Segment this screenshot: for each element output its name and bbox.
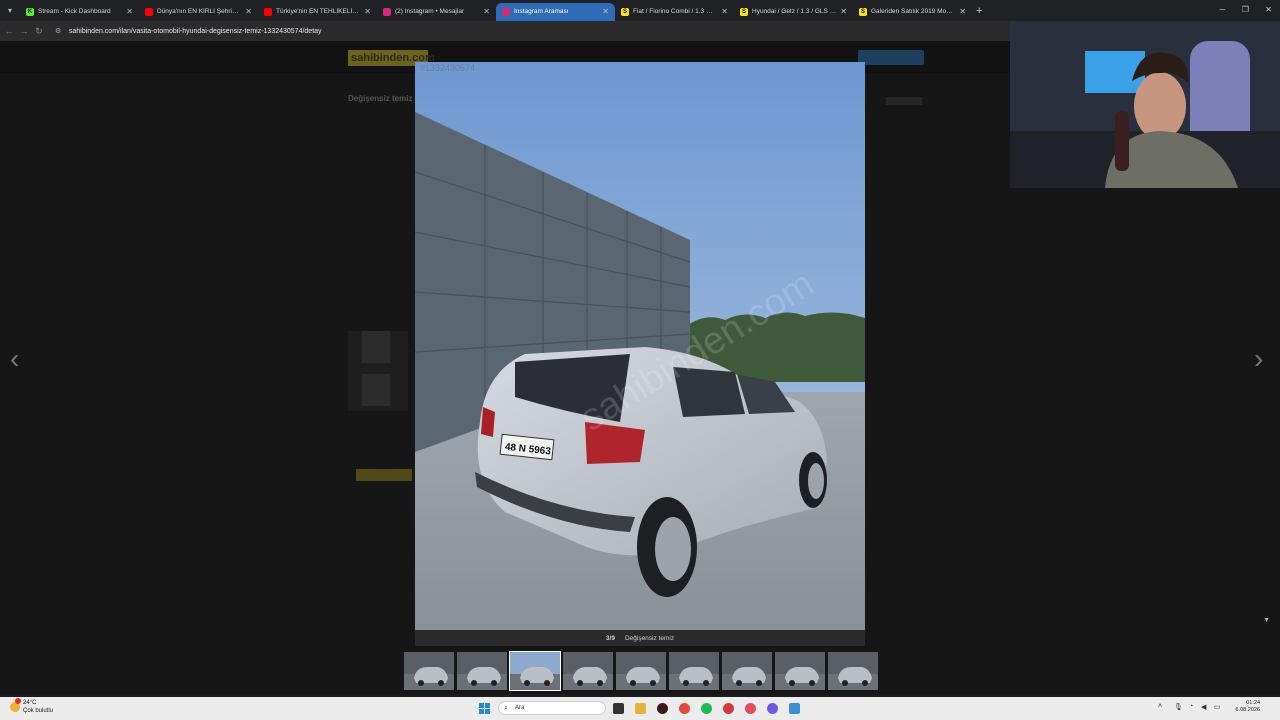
forward-icon[interactable]: → <box>18 26 30 36</box>
task-view-icon[interactable] <box>613 703 624 714</box>
url-text: sahibinden.com/ilan/vasita-otomobil-hyun… <box>69 27 322 35</box>
app-icon-3[interactable] <box>745 703 756 714</box>
new-tab-button[interactable]: + <box>976 5 982 17</box>
spotify-icon[interactable] <box>701 703 712 714</box>
browser-tab[interactable]: K Stream - Kick Dashboard ✕ <box>20 3 139 21</box>
next-photo-arrow-icon[interactable]: › <box>1254 345 1263 373</box>
close-tab-icon[interactable]: ✕ <box>840 7 847 16</box>
close-tab-icon[interactable]: ✕ <box>483 7 490 16</box>
app-icon-1[interactable] <box>657 703 668 714</box>
close-window-icon[interactable]: ✕ <box>1257 0 1280 20</box>
tab-favicon-icon <box>264 7 272 16</box>
close-tab-icon[interactable]: ✕ <box>602 7 609 16</box>
photo-listing-id: #1332430574 <box>420 63 476 73</box>
volume-icon[interactable]: ◀ <box>1201 703 1206 711</box>
clock-time: 01:24 <box>1246 700 1260 706</box>
taskbar-search-box[interactable]: ⌕ Ara <box>498 701 606 715</box>
browser-tab[interactable]: Türkiye'nin EN TEHLİKELİ Roma ✕ <box>258 3 377 21</box>
back-icon[interactable]: ← <box>3 26 15 36</box>
close-tab-icon[interactable]: ✕ <box>959 7 966 16</box>
tab-title: Türkiye'nin EN TEHLİKELİ Roma <box>276 8 360 15</box>
chrome-icon[interactable] <box>679 703 690 714</box>
reload-icon[interactable]: ↻ <box>33 26 45 37</box>
tab-title: Fiat / Fiorino Combi / 1.3 Multi <box>633 8 718 15</box>
photo-counter: 3/9 <box>605 634 615 642</box>
photo-thumbnail[interactable] <box>722 652 772 690</box>
browser-tab-bar: ▾ K Stream - Kick Dashboard ✕ Dünya'nın EN … <box>0 0 1280 21</box>
close-tab-icon[interactable]: ✕ <box>364 7 371 16</box>
minimize-icon[interactable]: ─ <box>1211 0 1234 20</box>
listing-thumb-1 <box>362 331 390 363</box>
app-icon-2[interactable] <box>723 703 734 714</box>
tab-favicon-icon: S <box>859 7 867 16</box>
photo-thumbnail[interactable] <box>616 652 666 690</box>
browser-tab[interactable]: S Galeriden Satılık 2019 Model F ✕ <box>853 3 972 21</box>
tab-favicon-icon: K <box>26 7 34 16</box>
tab-title: Dünya'nın EN KİRLİ Şehrine Gir <box>157 8 242 15</box>
weather-widget[interactable]: 24°C Çok bulutlu <box>10 698 54 715</box>
browser-tab[interactable]: S Fiat / Fiorino Combi / 1.3 Multi ✕ <box>615 3 734 21</box>
weather-condition: Çok bulutlu <box>23 708 54 714</box>
webcam-overlay <box>1010 21 1280 188</box>
tab-favicon-icon <box>502 7 510 16</box>
tab-favicon-icon <box>145 7 153 16</box>
photo-caption: Değişensiz temiz <box>624 634 675 642</box>
previous-photo-arrow-icon[interactable]: ‹ <box>10 345 19 373</box>
thumbnail-strip <box>404 651 878 691</box>
tab-search-menu[interactable]: ▾ <box>0 0 20 21</box>
header-action-button[interactable] <box>858 50 924 65</box>
clock-date: 6.08.2026 <box>1235 707 1260 713</box>
tab-favicon-icon: S <box>621 7 629 16</box>
weather-temperature: 24°C <box>23 700 37 706</box>
close-tab-icon[interactable]: ✕ <box>721 7 728 16</box>
close-tab-icon[interactable]: ✕ <box>126 7 133 16</box>
browser-tab[interactable]: Instagram Araması ✕ <box>496 2 615 21</box>
tab-favicon-icon: S <box>740 7 748 16</box>
start-menu-icon[interactable] <box>479 703 490 714</box>
notification-badge <box>15 698 21 704</box>
photo-thumbnail[interactable] <box>775 652 825 690</box>
tab-title: Instagram Araması <box>514 8 569 15</box>
photo-thumbnail[interactable] <box>828 652 878 690</box>
url-field[interactable]: ⚙ sahibinden.com/ilan/vasita-otomobil-hy… <box>55 27 322 36</box>
browser-tab[interactable]: (2) Instagram • Mesajlar ✕ <box>377 3 496 21</box>
system-clock[interactable]: 01:24 6.08.2026 <box>1236 700 1260 714</box>
lightbox-main-photo[interactable]: 48 N 5963 sahibinden.com <box>415 62 865 630</box>
listing-thumb-2 <box>362 374 390 406</box>
tray-overflow-icon[interactable]: ˄ <box>1158 703 1162 710</box>
battery-icon[interactable]: ▭ <box>1214 703 1221 711</box>
photo-thumbnail[interactable] <box>457 652 507 690</box>
tab-title: Galeriden Satılık 2019 Model F <box>871 8 956 15</box>
listing-highlight-tag <box>356 469 412 481</box>
car-photo: 48 N 5963 sahibinden.com <box>415 62 865 630</box>
listing-share-icons <box>886 97 922 105</box>
microphone-icon[interactable]: 🎙 <box>1174 703 1183 711</box>
listing-title: Değişensiz temiz <box>348 94 413 103</box>
wifi-icon[interactable]: ◔ <box>1189 703 1193 710</box>
discord-icon[interactable] <box>767 703 778 714</box>
webcam-feed <box>1010 21 1280 188</box>
photo-thumbnail[interactable] <box>509 651 561 691</box>
photo-thumbnail[interactable] <box>563 652 613 690</box>
maximize-icon[interactable]: ❐ <box>1234 0 1257 20</box>
search-placeholder: Ara <box>515 705 525 711</box>
file-explorer-icon[interactable] <box>635 703 646 714</box>
scroll-down-icon[interactable]: ▼ <box>1263 617 1270 624</box>
tab-favicon-icon <box>383 7 391 16</box>
address-bar: ← → ↻ ⚙ sahibinden.com/ilan/vasita-otomo… <box>0 21 1010 41</box>
window-controls: ─ ❐ ✕ <box>1211 0 1280 20</box>
browser-tab[interactable]: S Hyundai / Getz / 1.3 / GLS / Dr ✕ <box>734 3 853 21</box>
tab-strip: K Stream - Kick Dashboard ✕ Dünya'nın EN Kİ… <box>20 1 972 21</box>
photo-thumbnail[interactable] <box>404 652 454 690</box>
photo-caption-bar: 3/9 Değişensiz temiz <box>415 630 865 646</box>
app-icon-4[interactable] <box>789 703 800 714</box>
site-info-icon[interactable]: ⚙ <box>55 27 63 35</box>
tab-title: Stream - Kick Dashboard <box>38 8 111 15</box>
close-tab-icon[interactable]: ✕ <box>245 7 252 16</box>
tab-title: (2) Instagram • Mesajlar <box>395 8 465 15</box>
photo-thumbnail[interactable] <box>669 652 719 690</box>
tab-title: Hyundai / Getz / 1.3 / GLS / Dr <box>752 8 837 15</box>
browser-tab[interactable]: Dünya'nın EN KİRLİ Şehrine Gir ✕ <box>139 3 258 21</box>
search-icon: ⌕ <box>504 705 508 712</box>
